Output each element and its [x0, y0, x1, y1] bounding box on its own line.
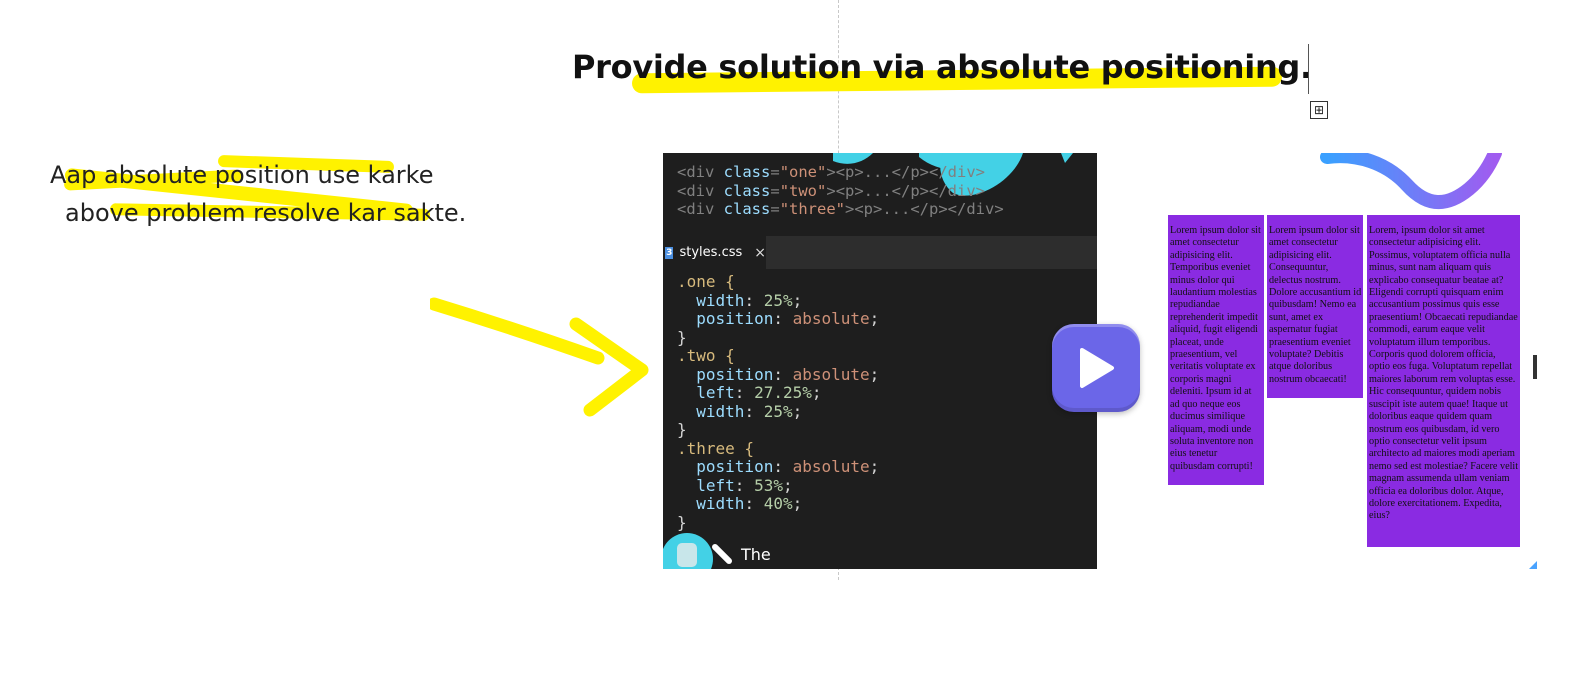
move-handle-icon[interactable]: ⊞ — [1310, 101, 1328, 119]
tab-label: styles.css — [679, 245, 743, 260]
css-prop: position — [696, 364, 774, 384]
text-caret — [1308, 44, 1309, 94]
box-two: Lorem ipsum dolor sit amet consectetur a… — [1267, 215, 1363, 398]
play-button[interactable] — [1052, 324, 1140, 412]
html-attr: class — [723, 163, 771, 181]
code-editor: <div class="one"><p>...</p></div> <div c… — [663, 153, 1097, 569]
html-attr-value: "two" — [779, 181, 827, 200]
bottom-caption: The — [741, 545, 771, 564]
html-eq: = — [770, 181, 780, 200]
html-line: <div class="three"><p>...</p></div> — [677, 200, 1004, 218]
html-tag-rest: ><p>...</p></div> — [826, 181, 985, 200]
edge-mark — [1533, 355, 1537, 379]
css-prop: left — [696, 383, 735, 402]
title-block[interactable]: Provide solution via absolute positionin… — [572, 48, 1312, 94]
editor-tab-bar: 3 styles.css × — [663, 236, 1097, 269]
arrow-right-icon — [430, 297, 649, 417]
logo-icon — [663, 533, 732, 569]
css-prop: width — [696, 290, 745, 310]
html-tag: <div — [677, 163, 724, 181]
css-file-icon: 3 — [665, 246, 674, 259]
css-prop: position — [696, 457, 774, 476]
note-line-1: Aap absolute position use karke — [50, 161, 434, 189]
css-selector: .three { — [677, 438, 755, 458]
css-value: absolute — [792, 364, 870, 384]
html-attr-value: "three" — [779, 200, 846, 218]
browser-preview: Lorem ipsum dolor sit amet consectetur a… — [1097, 153, 1537, 569]
note-block[interactable]: Aap absolute position use karke above pr… — [50, 154, 467, 232]
html-eq: = — [770, 200, 780, 218]
css-value: absolute — [792, 309, 870, 328]
corner-mark — [1529, 561, 1537, 569]
css-selector: .two { — [677, 346, 735, 365]
css-snippet: .one { width: 25%; position: absolute; }… — [677, 272, 880, 532]
html-line: <div class="two"><p>...</p></div> — [677, 182, 985, 200]
html-attr: class — [723, 181, 771, 200]
tab-styles-css[interactable]: 3 styles.css × — [663, 236, 766, 269]
css-value: 40% — [763, 494, 793, 513]
slide-title[interactable]: Provide solution via absolute positionin… — [572, 48, 1312, 86]
close-icon[interactable]: × — [754, 245, 766, 261]
decorative-wave — [1320, 153, 1502, 209]
css-selector: .one { — [677, 272, 735, 291]
box-three: Lorem, ipsum dolor sit amet consectetur … — [1367, 215, 1520, 547]
css-value: absolute — [792, 457, 870, 476]
html-tag-rest: ><p>...</p></div> — [845, 200, 1004, 218]
play-icon — [1080, 348, 1114, 388]
css-value: 25% — [763, 401, 793, 421]
css-value: 53% — [754, 475, 783, 495]
css-prop: left — [696, 475, 735, 495]
note-line-2: above problem resolve kar sakte. — [65, 199, 467, 227]
html-attr-value: "one" — [779, 163, 827, 181]
box-one: Lorem ipsum dolor sit amet consectetur a… — [1168, 215, 1264, 485]
html-eq: = — [770, 163, 780, 181]
html-tag-rest: ><p>...</p></div> — [826, 163, 985, 181]
css-value: 27.25% — [754, 383, 812, 402]
css-prop: width — [696, 401, 745, 421]
html-tag: <div — [677, 181, 724, 200]
html-snippet: <div class="one"><p>...</p></div> <div c… — [677, 163, 1004, 219]
css-prop: position — [696, 309, 774, 328]
html-line: <div class="one"><p>...</p></div> — [677, 163, 985, 181]
html-tag: <div — [677, 200, 724, 218]
html-attr: class — [723, 200, 771, 218]
css-value: 25% — [763, 290, 793, 310]
css-prop: width — [696, 494, 745, 513]
